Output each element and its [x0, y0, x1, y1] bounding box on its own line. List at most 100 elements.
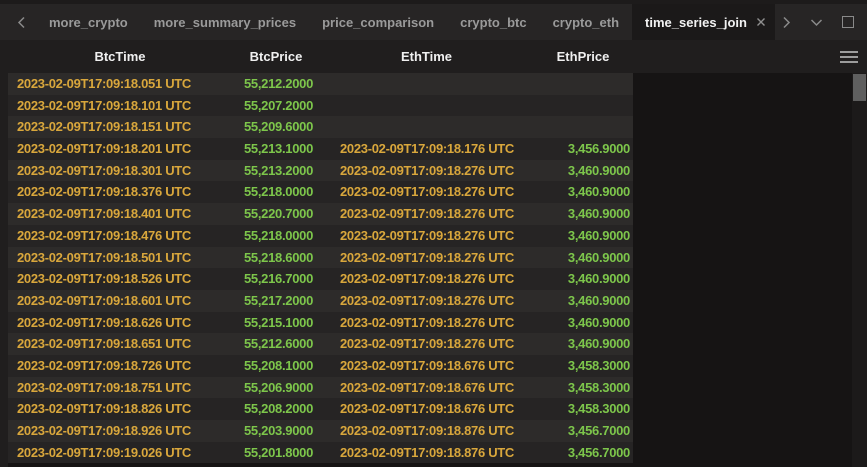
price-cell[interactable]: 55,213.1000: [232, 138, 320, 160]
table-row[interactable]: 2023-02-09T17:09:18.201 UTC55,213.100020…: [8, 138, 633, 160]
maximize-square-icon[interactable]: [842, 16, 854, 28]
timestamp-cell[interactable]: 2023-02-09T17:09:18.501 UTC: [8, 247, 232, 269]
timestamp-cell[interactable]: 2023-02-09T17:09:18.301 UTC: [8, 160, 232, 182]
column-header-btcprice[interactable]: BtcPrice: [232, 40, 320, 73]
price-cell[interactable]: 3,458.3000: [533, 398, 633, 420]
vertical-scrollbar[interactable]: [852, 73, 867, 467]
tab-list-dropdown-button[interactable]: [810, 18, 823, 27]
timestamp-cell[interactable]: 2023-02-09T17:09:18.201 UTC: [8, 138, 232, 160]
price-cell[interactable]: 55,208.1000: [232, 355, 320, 377]
price-cell[interactable]: 3,460.9000: [533, 247, 633, 269]
tab-crypto-eth[interactable]: crypto_eth: [540, 4, 632, 40]
price-cell[interactable]: 3,458.3000: [533, 355, 633, 377]
timestamp-cell[interactable]: 2023-02-09T17:09:18.676 UTC: [320, 377, 533, 399]
table-row[interactable]: 2023-02-09T17:09:18.526 UTC55,216.700020…: [8, 268, 633, 290]
timestamp-cell[interactable]: 2023-02-09T17:09:18.276 UTC: [320, 160, 533, 182]
timestamp-cell[interactable]: 2023-02-09T17:09:18.276 UTC: [320, 203, 533, 225]
timestamp-cell[interactable]: 2023-02-09T17:09:18.176 UTC: [320, 138, 533, 160]
tab-more-crypto[interactable]: more_crypto: [36, 4, 141, 40]
price-cell[interactable]: 55,212.6000: [232, 333, 320, 355]
table-row[interactable]: 2023-02-09T17:09:18.401 UTC55,220.700020…: [8, 203, 633, 225]
timestamp-cell[interactable]: 2023-02-09T17:09:18.376 UTC: [8, 181, 232, 203]
timestamp-cell[interactable]: 2023-02-09T17:09:18.476 UTC: [8, 225, 232, 247]
timestamp-cell[interactable]: 2023-02-09T17:09:18.651 UTC: [8, 333, 232, 355]
tab-more-summary-prices[interactable]: more_summary_prices: [141, 4, 309, 40]
timestamp-cell[interactable]: 2023-02-09T17:09:18.276 UTC: [320, 181, 533, 203]
price-cell[interactable]: 55,213.2000: [232, 160, 320, 182]
timestamp-cell[interactable]: [320, 116, 533, 138]
price-cell[interactable]: 55,203.9000: [232, 420, 320, 442]
timestamp-cell[interactable]: 2023-02-09T17:09:18.826 UTC: [8, 398, 232, 420]
timestamp-cell[interactable]: 2023-02-09T17:09:18.151 UTC: [8, 116, 232, 138]
timestamp-cell[interactable]: 2023-02-09T17:09:18.276 UTC: [320, 333, 533, 355]
tab-crypto-btc[interactable]: crypto_btc: [447, 4, 539, 40]
price-cell[interactable]: [533, 73, 633, 95]
price-cell[interactable]: 3,460.9000: [533, 181, 633, 203]
price-cell[interactable]: 3,458.3000: [533, 377, 633, 399]
price-cell[interactable]: 55,212.2000: [232, 73, 320, 95]
tab-price-comparison[interactable]: price_comparison: [309, 4, 447, 40]
timestamp-cell[interactable]: 2023-02-09T17:09:18.276 UTC: [320, 268, 533, 290]
table-row[interactable]: 2023-02-09T17:09:18.476 UTC55,218.000020…: [8, 225, 633, 247]
timestamp-cell[interactable]: 2023-02-09T17:09:18.276 UTC: [320, 290, 533, 312]
timestamp-cell[interactable]: 2023-02-09T17:09:18.276 UTC: [320, 247, 533, 269]
hamburger-menu-icon[interactable]: [840, 51, 858, 66]
price-cell[interactable]: 3,460.9000: [533, 290, 633, 312]
tab-time-series-join[interactable]: time_series_join: [632, 4, 775, 40]
price-cell[interactable]: 55,216.7000: [232, 268, 320, 290]
price-cell[interactable]: 3,460.9000: [533, 225, 633, 247]
table-row[interactable]: 2023-02-09T17:09:18.751 UTC55,206.900020…: [8, 377, 633, 399]
timestamp-cell[interactable]: 2023-02-09T17:09:18.876 UTC: [320, 420, 533, 442]
price-cell[interactable]: [533, 116, 633, 138]
price-cell[interactable]: 55,218.6000: [232, 247, 320, 269]
price-cell[interactable]: 3,460.9000: [533, 203, 633, 225]
timestamp-cell[interactable]: 2023-02-09T17:09:18.101 UTC: [8, 95, 232, 117]
table-row[interactable]: 2023-02-09T17:09:18.601 UTC55,217.200020…: [8, 290, 633, 312]
price-cell[interactable]: 55,217.2000: [232, 290, 320, 312]
table-row[interactable]: 2023-02-09T17:09:18.626 UTC55,215.100020…: [8, 312, 633, 334]
timestamp-cell[interactable]: 2023-02-09T17:09:18.726 UTC: [8, 355, 232, 377]
timestamp-cell[interactable]: 2023-02-09T17:09:18.751 UTC: [8, 377, 232, 399]
timestamp-cell[interactable]: 2023-02-09T17:09:19.026 UTC: [8, 442, 232, 464]
price-cell[interactable]: 55,206.9000: [232, 377, 320, 399]
price-cell[interactable]: 3,456.7000: [533, 442, 633, 464]
timestamp-cell[interactable]: [320, 73, 533, 95]
price-cell[interactable]: 55,201.8000: [232, 442, 320, 464]
table-row[interactable]: 2023-02-09T17:09:18.826 UTC55,208.200020…: [8, 398, 633, 420]
timestamp-cell[interactable]: 2023-02-09T17:09:18.926 UTC: [8, 420, 232, 442]
table-row[interactable]: 2023-02-09T17:09:18.926 UTC55,203.900020…: [8, 420, 633, 442]
timestamp-cell[interactable]: 2023-02-09T17:09:18.876 UTC: [320, 442, 533, 464]
column-header-btctime[interactable]: BtcTime: [8, 40, 232, 73]
price-cell[interactable]: 55,220.7000: [232, 203, 320, 225]
price-cell[interactable]: 3,456.9000: [533, 138, 633, 160]
table-row[interactable]: 2023-02-09T17:09:18.726 UTC55,208.100020…: [8, 355, 633, 377]
table-row[interactable]: 2023-02-09T17:09:18.301 UTC55,213.200020…: [8, 160, 633, 182]
table-row[interactable]: 2023-02-09T17:09:18.101 UTC55,207.2000: [8, 95, 633, 117]
timestamp-cell[interactable]: 2023-02-09T17:09:18.676 UTC: [320, 398, 533, 420]
price-cell[interactable]: 55,215.1000: [232, 312, 320, 334]
price-cell[interactable]: 3,456.7000: [533, 420, 633, 442]
price-cell[interactable]: 55,218.0000: [232, 225, 320, 247]
table-row[interactable]: 2023-02-09T17:09:18.151 UTC55,209.6000: [8, 116, 633, 138]
scroll-tabs-right-button[interactable]: [782, 16, 791, 29]
table-row[interactable]: 2023-02-09T17:09:18.376 UTC55,218.000020…: [8, 181, 633, 203]
price-cell[interactable]: 3,460.9000: [533, 333, 633, 355]
timestamp-cell[interactable]: 2023-02-09T17:09:18.051 UTC: [8, 73, 232, 95]
timestamp-cell[interactable]: 2023-02-09T17:09:18.526 UTC: [8, 268, 232, 290]
timestamp-cell[interactable]: [320, 95, 533, 117]
price-cell[interactable]: 55,208.2000: [232, 398, 320, 420]
timestamp-cell[interactable]: 2023-02-09T17:09:18.626 UTC: [8, 312, 232, 334]
timestamp-cell[interactable]: 2023-02-09T17:09:18.601 UTC: [8, 290, 232, 312]
table-row[interactable]: 2023-02-09T17:09:18.051 UTC55,212.2000: [8, 73, 633, 95]
close-tab-icon[interactable]: [756, 17, 766, 27]
column-header-ethprice[interactable]: EthPrice: [533, 40, 633, 73]
timestamp-cell[interactable]: 2023-02-09T17:09:18.676 UTC: [320, 355, 533, 377]
timestamp-cell[interactable]: 2023-02-09T17:09:18.276 UTC: [320, 225, 533, 247]
price-cell[interactable]: 3,460.9000: [533, 268, 633, 290]
table-row[interactable]: 2023-02-09T17:09:19.026 UTC55,201.800020…: [8, 442, 633, 464]
price-cell[interactable]: 55,207.2000: [232, 95, 320, 117]
column-header-ethtime[interactable]: EthTime: [320, 40, 533, 73]
timestamp-cell[interactable]: 2023-02-09T17:09:18.276 UTC: [320, 312, 533, 334]
vertical-scrollbar-thumb[interactable]: [853, 74, 866, 101]
price-cell[interactable]: [533, 95, 633, 117]
